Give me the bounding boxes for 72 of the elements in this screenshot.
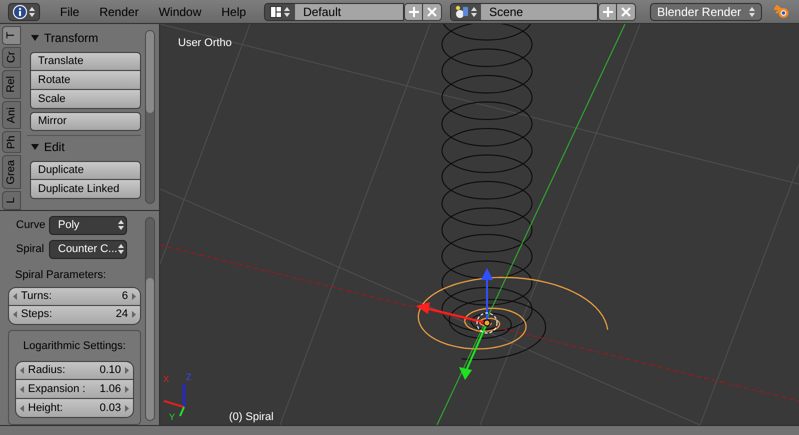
tool-tab[interactable]: Ph [2, 130, 21, 153]
up-down-arrows-icon [284, 6, 290, 18]
decrement-arrow-icon [20, 404, 24, 412]
up-down-arrows-icon [749, 6, 756, 18]
axis-label: Y [169, 412, 176, 422]
number-field[interactable]: Height: 0.03 [15, 399, 134, 418]
scrollbar-thumb[interactable] [146, 278, 154, 420]
3d-viewport[interactable]: User Ortho X Y Z (0) Spiral [160, 24, 799, 425]
plus-icon [602, 6, 613, 16]
info-icon [13, 4, 27, 18]
section-label: Spiral Parameters: [14, 268, 108, 283]
tool-tab[interactable]: Ani [2, 100, 21, 129]
object-label: (0) Spiral [229, 410, 274, 425]
layout-selector[interactable]: Default [264, 2, 404, 20]
up-down-arrows-icon [118, 219, 124, 231]
blender-logo-icon [774, 4, 790, 18]
increment-arrow-icon [125, 367, 129, 374]
editor-type-button[interactable] [8, 2, 40, 20]
decrement-arrow-icon [20, 386, 24, 392]
decrement-arrow-icon [13, 292, 17, 300]
increment-arrow-icon [132, 311, 136, 318]
render-engine-dropdown[interactable]: Blender Render [650, 2, 762, 20]
tool-tab[interactable]: Cr [2, 46, 21, 68]
axis-label: X [163, 373, 170, 386]
tool-button[interactable]: Duplicate Linked [30, 180, 141, 199]
menu-item[interactable]: File [52, 2, 88, 20]
layout-icon [270, 6, 282, 18]
scrollbar[interactable] [145, 30, 155, 204]
plus-icon [408, 6, 419, 16]
tool-tab[interactable]: Grea [2, 154, 21, 190]
close-icon [621, 6, 632, 16]
tool-button[interactable]: Rotate [30, 71, 141, 90]
tool-button[interactable]: Scale [30, 90, 141, 109]
up-down-arrows-icon [118, 243, 124, 255]
add-button[interactable] [405, 4, 424, 20]
panel-header[interactable]: Edit [27, 136, 141, 158]
view-name-label: User Ortho [178, 36, 232, 51]
tool-tab[interactable]: Rel [2, 70, 21, 99]
scrollbar[interactable] [145, 217, 155, 421]
number-field[interactable]: Expansion : 1.06 [15, 380, 134, 399]
increment-arrow-icon [125, 404, 129, 412]
increment-arrow-icon [125, 386, 129, 392]
number-field[interactable]: Radius: 0.10 [15, 361, 134, 380]
number-field[interactable]: Turns: 6 [8, 286, 141, 306]
panel-header[interactable]: Transform [27, 27, 141, 49]
number-field[interactable]: Steps: 24 [8, 306, 141, 324]
remove-button[interactable] [423, 4, 442, 20]
add-button[interactable] [599, 4, 618, 20]
section-label: Logarithmic Settings: [22, 338, 127, 354]
tool-tab[interactable]: L [2, 191, 21, 210]
menu-item[interactable]: Window [150, 2, 210, 20]
decrement-arrow-icon [13, 311, 17, 318]
select-dropdown[interactable]: Poly [49, 216, 127, 234]
remove-button[interactable] [617, 4, 636, 20]
menu-item[interactable]: Help [213, 2, 254, 20]
field-label: Spiral [15, 242, 46, 257]
select-dropdown[interactable]: Counter C... [49, 240, 127, 258]
menu-item[interactable]: Render [91, 2, 147, 20]
increment-arrow-icon [132, 292, 136, 300]
axis-label: Z [186, 371, 192, 384]
scrollbar-thumb[interactable] [146, 31, 154, 113]
up-down-arrows-icon [471, 6, 478, 18]
tool-tab[interactable]: T [2, 26, 21, 44]
field-label: Curve [15, 218, 46, 233]
scene-icon [455, 4, 470, 18]
scene-selector[interactable]: Scene [450, 2, 598, 20]
tool-button[interactable]: Mirror [30, 112, 141, 131]
tool-button[interactable]: Translate [30, 52, 141, 71]
up-down-arrows-icon [29, 6, 35, 18]
close-icon [427, 6, 438, 16]
decrement-arrow-icon [20, 367, 24, 374]
tool-button[interactable]: Duplicate [30, 161, 141, 180]
